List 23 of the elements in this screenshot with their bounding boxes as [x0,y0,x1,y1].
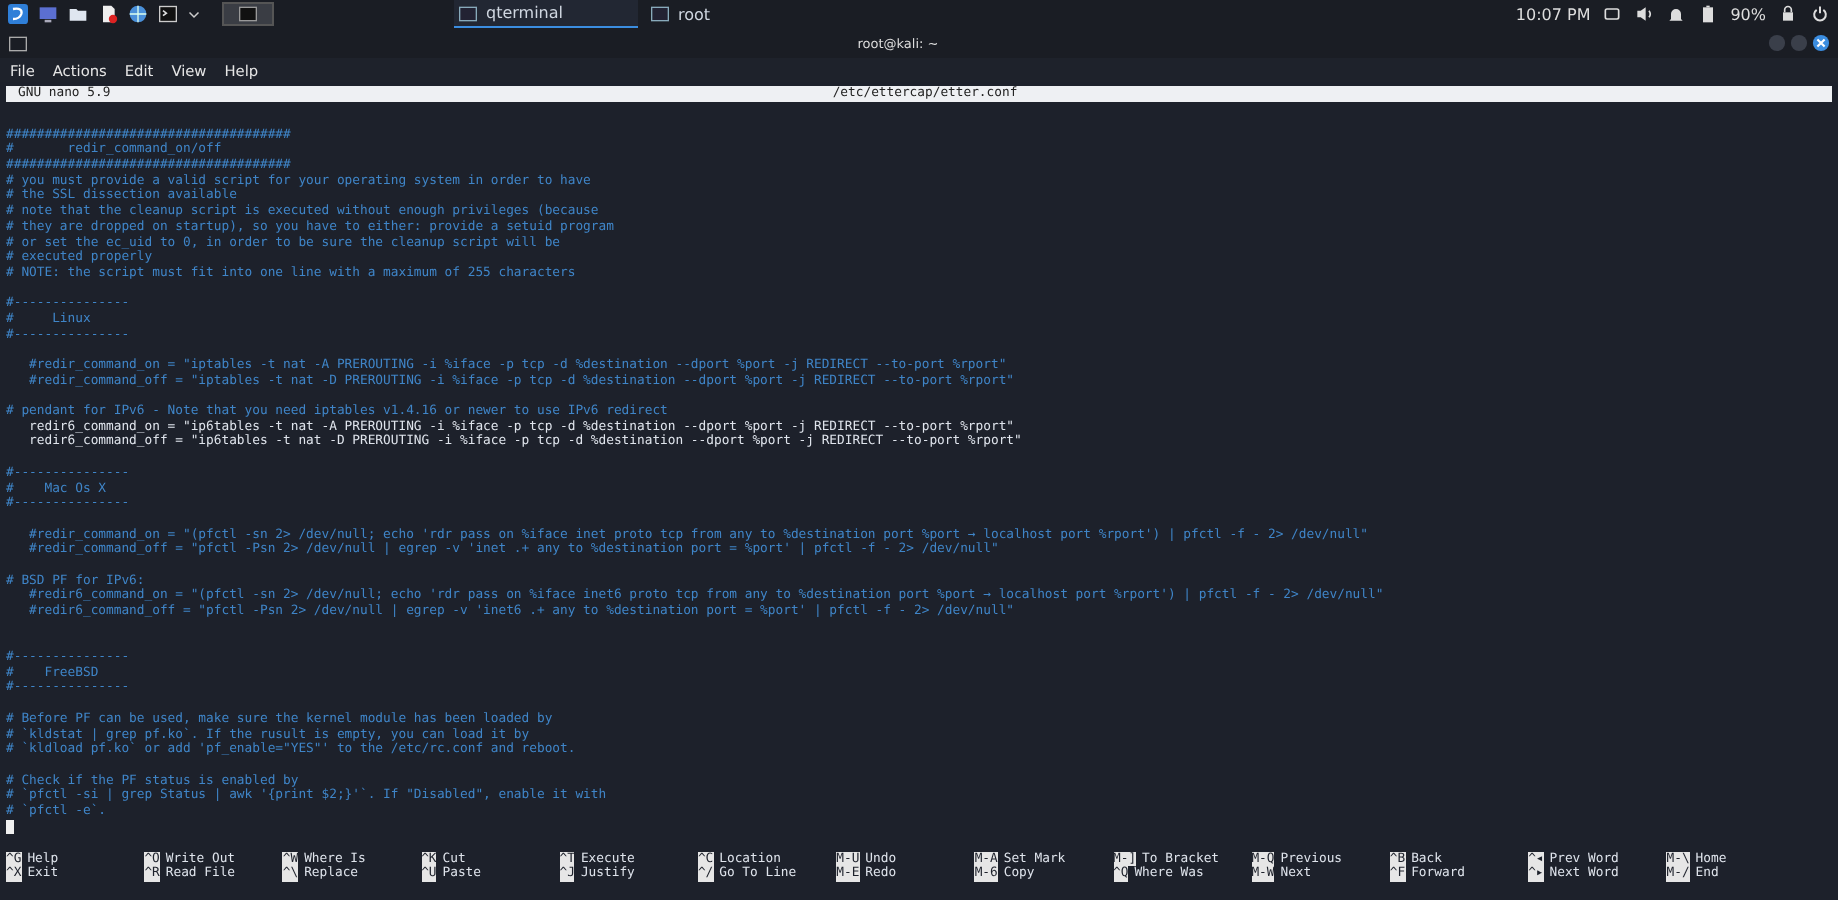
battery-level: 90% [1730,5,1766,23]
volume-icon[interactable] [1634,4,1655,24]
window-button[interactable] [222,2,274,26]
display-icon[interactable] [1602,4,1623,24]
folder-icon[interactable] [68,4,88,24]
terminal-icon [458,3,478,23]
bell-icon[interactable] [1666,4,1687,24]
terminal-icon[interactable] [158,4,178,24]
text-cursor [6,819,14,834]
close-button[interactable] [1812,34,1830,52]
globe-icon[interactable] [128,4,148,24]
clock[interactable]: 10:07 PM [1515,5,1591,23]
terminal-icon [238,4,258,24]
desktop-icon[interactable] [38,4,58,24]
terminal-icon [650,4,670,24]
task-button[interactable]: root [646,0,830,28]
terminal-icon [8,33,28,53]
chevron-down-icon[interactable] [188,8,200,20]
lock-icon[interactable] [1778,4,1798,24]
task-button[interactable]: qterminal [454,0,638,28]
power-icon[interactable] [1810,4,1830,24]
battery-icon[interactable] [1698,4,1719,24]
document-icon[interactable] [98,4,118,24]
